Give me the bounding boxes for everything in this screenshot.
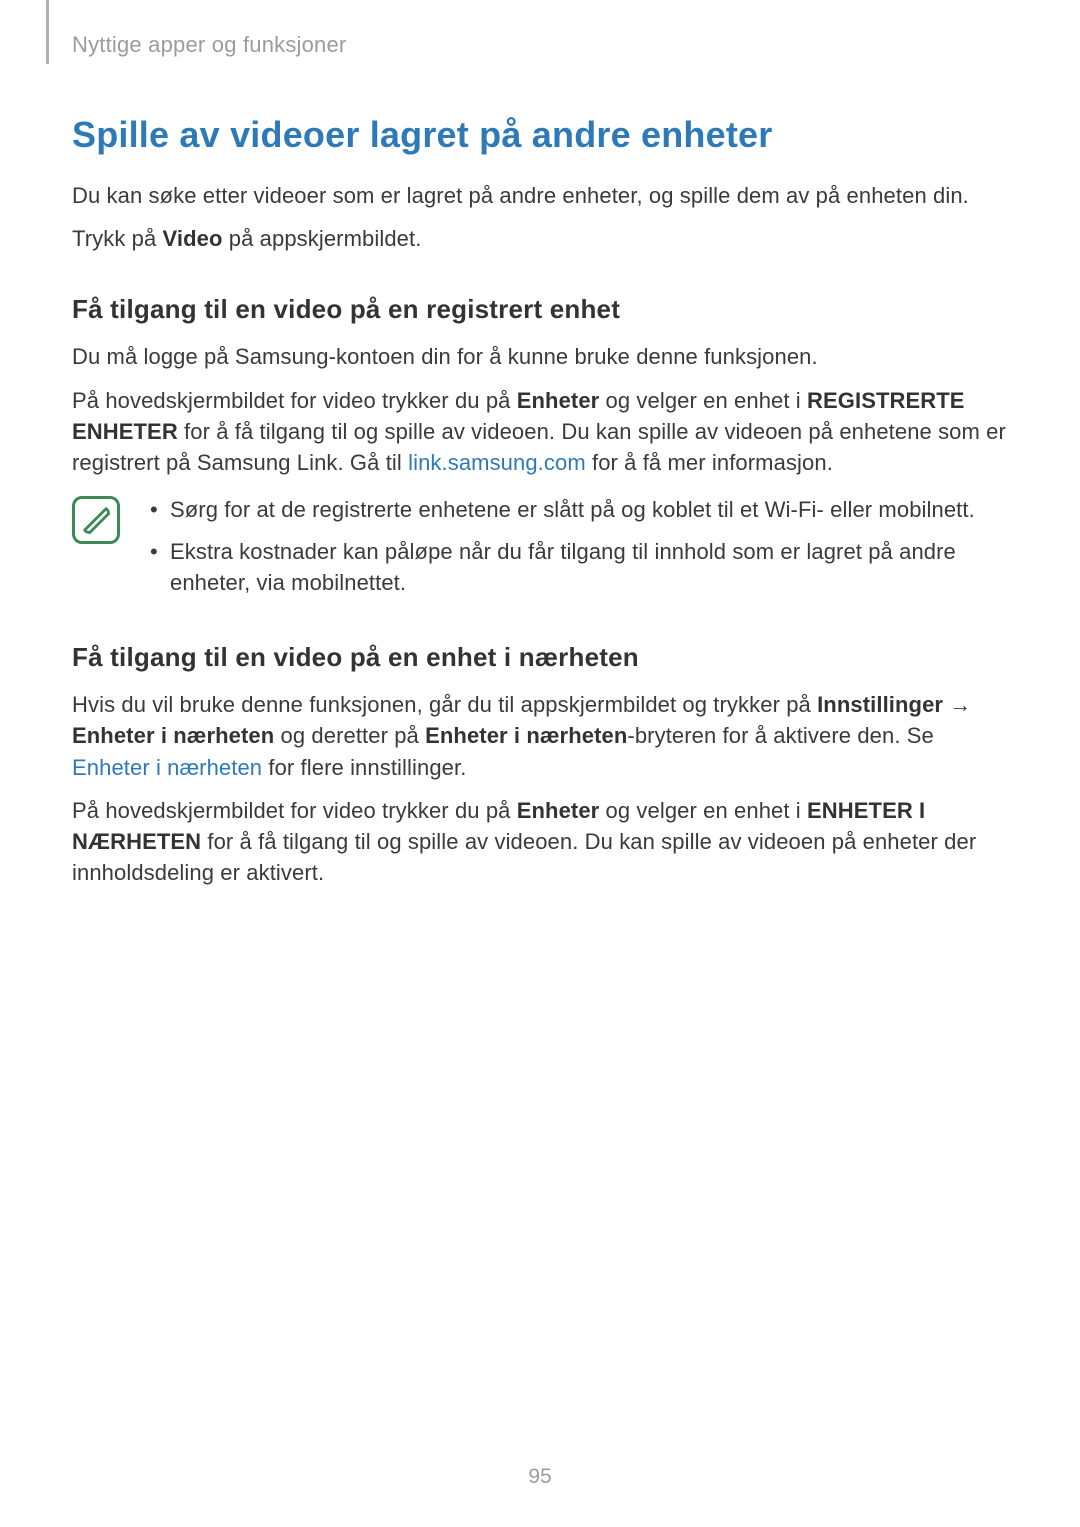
sub2-paragraph-1: Hvis du vil bruke denne funksjonen, går …	[72, 689, 1008, 783]
sub1-paragraph-2: På hovedskjermbildet for video trykker d…	[72, 385, 1008, 479]
arrow-text: →	[943, 692, 971, 717]
text-fragment: På hovedskjermbildet for video trykker d…	[72, 388, 517, 413]
bold-text: Innstillinger	[817, 692, 943, 717]
subsection-title-nearby-device: Få tilgang til en video på en enhet i næ…	[72, 642, 1008, 673]
text-fragment: På hovedskjermbildet for video trykker d…	[72, 798, 517, 823]
note-item: Ekstra kostnader kan påløpe når du får t…	[146, 536, 1008, 598]
bold-text: Enheter	[517, 388, 600, 413]
note-item: Sørg for at de registrerte enhetene er s…	[146, 494, 1008, 525]
text-fragment: på appskjermbildet.	[223, 226, 422, 251]
sub1-paragraph-1: Du må logge på Samsung-kontoen din for å…	[72, 341, 1008, 372]
bold-text: Enheter i nærheten	[425, 723, 627, 748]
subsection-title-registered-device: Få tilgang til en video på en registrert…	[72, 294, 1008, 325]
text-fragment: for å få tilgang til og spille av videoe…	[72, 829, 976, 885]
text-fragment: -bryteren for å aktivere den. Se	[627, 723, 933, 748]
text-fragment: og deretter på	[274, 723, 425, 748]
section-title: Spille av videoer lagret på andre enhete…	[72, 114, 1008, 156]
note-block: Sørg for at de registrerte enhetene er s…	[72, 494, 1008, 608]
text-fragment: og velger en enhet i	[599, 798, 807, 823]
sub2-paragraph-2: På hovedskjermbildet for video trykker d…	[72, 795, 1008, 889]
note-list: Sørg for at de registrerte enhetene er s…	[146, 494, 1008, 608]
intro-paragraph-1: Du kan søke etter videoer som er lagret …	[72, 180, 1008, 211]
bold-text: Enheter i nærheten	[72, 723, 274, 748]
text-fragment: Hvis du vil bruke denne funksjonen, går …	[72, 692, 817, 717]
bold-text: Video	[163, 226, 223, 251]
text-fragment: Trykk på	[72, 226, 163, 251]
page-content: Nyttige apper og funksjoner Spille av vi…	[0, 0, 1080, 889]
text-fragment: for å få mer informasjon.	[586, 450, 833, 475]
link-nearby-devices[interactable]: Enheter i nærheten	[72, 755, 262, 780]
text-fragment: og velger en enhet i	[599, 388, 807, 413]
breadcrumb: Nyttige apper og funksjoner	[72, 32, 1008, 58]
bold-text: Enheter	[517, 798, 600, 823]
link-samsung-link[interactable]: link.samsung.com	[408, 450, 586, 475]
page-spine-decoration	[46, 0, 49, 64]
note-icon	[72, 496, 120, 544]
text-fragment: for flere innstillinger.	[262, 755, 466, 780]
intro-paragraph-2: Trykk på Video på appskjermbildet.	[72, 223, 1008, 254]
page-number: 95	[0, 1465, 1080, 1489]
